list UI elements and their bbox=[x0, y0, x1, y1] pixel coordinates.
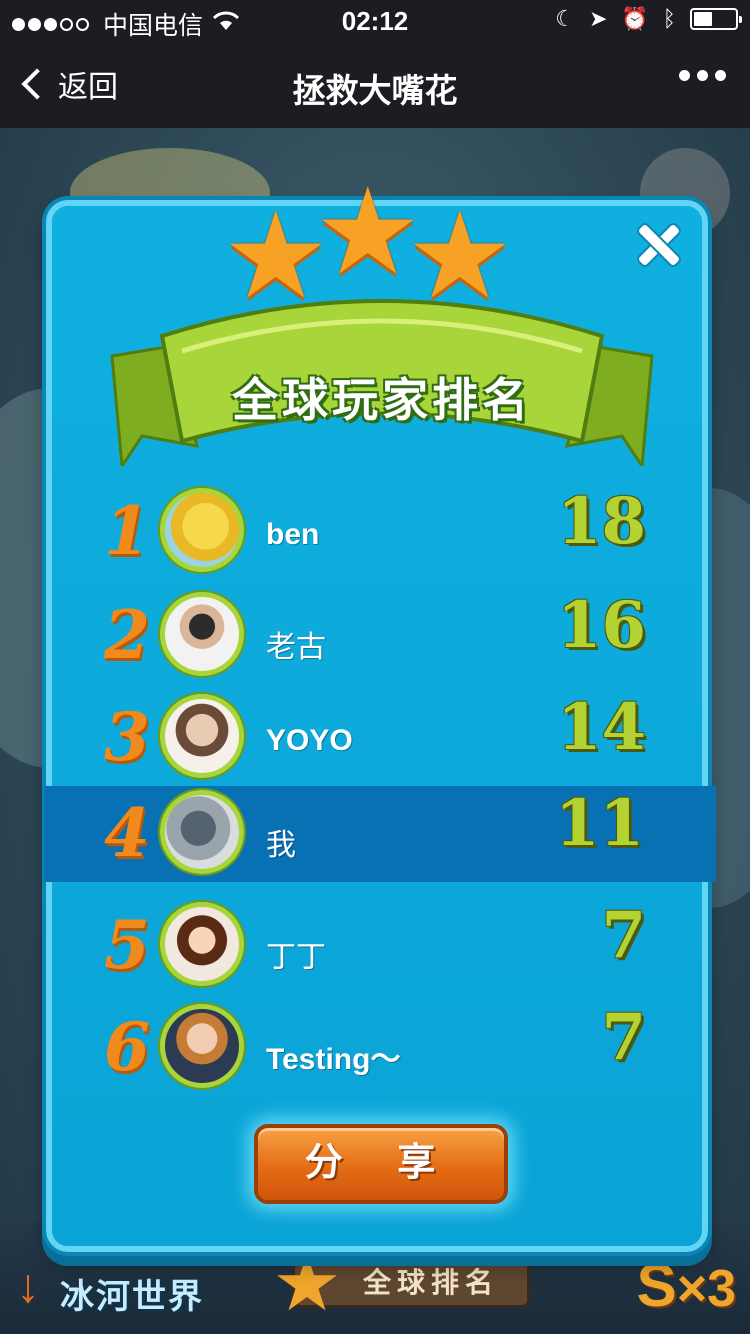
player-name: 我 bbox=[266, 829, 296, 862]
star-icon: ★ bbox=[406, 189, 514, 323]
share-button[interactable]: 分 享 bbox=[254, 1124, 508, 1204]
more-button[interactable] bbox=[679, 70, 726, 81]
player-score: 18 bbox=[556, 484, 646, 559]
lives-counter: S×3 bbox=[636, 1252, 736, 1319]
avatar bbox=[160, 902, 244, 986]
avatar bbox=[160, 488, 244, 572]
player-name: YOYO bbox=[266, 724, 353, 757]
panel-title: 全球玩家排名 bbox=[232, 374, 532, 426]
player-score: 14 bbox=[556, 690, 646, 765]
rank-number: 3 bbox=[104, 698, 150, 776]
more-dot bbox=[715, 70, 726, 81]
stars-group: ★ ★ ★ bbox=[222, 172, 522, 316]
player-score: 7 bbox=[601, 898, 646, 973]
more-dot bbox=[697, 70, 708, 81]
nav-bar: 返回 拯救大嘴花 bbox=[0, 42, 750, 128]
ranking-row[interactable]: 3 YOYO 14 bbox=[52, 690, 714, 786]
player-score: 16 bbox=[556, 588, 646, 663]
rank-number: 2 bbox=[104, 596, 150, 674]
player-name: ben bbox=[266, 518, 320, 551]
close-button[interactable] bbox=[634, 220, 684, 270]
ranking-panel: 全球玩家排名 ★ ★ ★ 1 ben 18 2 老古 16 3 YOYO 1 4 … bbox=[44, 172, 716, 1252]
status-right: ☾ ➤ ⏰ ᛒ bbox=[555, 6, 742, 32]
avatar bbox=[160, 790, 244, 874]
page-title: 拯救大嘴花 bbox=[292, 72, 458, 109]
ranking-row[interactable]: 5 丁丁 7 bbox=[52, 898, 714, 994]
rank-number: 5 bbox=[104, 906, 150, 984]
ranking-row[interactable]: 6 Testing～ 7 bbox=[52, 1000, 714, 1096]
world-label[interactable]: 冰河世界 bbox=[60, 1269, 204, 1318]
avatar bbox=[160, 592, 244, 676]
player-name: 丁丁 bbox=[266, 941, 326, 974]
rank-number: 4 bbox=[104, 794, 150, 872]
more-dot bbox=[679, 70, 690, 81]
player-score: 11 bbox=[554, 786, 644, 861]
star-icon: ★ bbox=[272, 1239, 342, 1327]
alarm-icon: ⏰ bbox=[621, 6, 649, 31]
ranking-row-self[interactable]: 4 我 11 bbox=[44, 786, 716, 882]
player-name: Testing～ bbox=[266, 1043, 401, 1076]
player-score: 7 bbox=[601, 1000, 646, 1075]
rank-number: 1 bbox=[104, 492, 150, 570]
moon-icon: ☾ bbox=[555, 6, 575, 31]
avatar bbox=[160, 1004, 244, 1088]
battery-icon bbox=[690, 8, 742, 30]
rank-number: 6 bbox=[104, 1008, 150, 1086]
bluetooth-icon: ᛒ bbox=[662, 6, 676, 31]
arrow-down-icon[interactable]: ↓ bbox=[16, 1259, 40, 1314]
player-name: 老古 bbox=[266, 631, 326, 664]
avatar bbox=[160, 694, 244, 778]
location-icon: ➤ bbox=[588, 6, 608, 31]
ranking-row[interactable]: 2 老古 16 bbox=[52, 588, 714, 684]
lives-count: ×3 bbox=[676, 1260, 736, 1318]
status-bar: 中国电信 02:12 ☾ ➤ ⏰ ᛒ bbox=[0, 0, 750, 42]
ranking-row[interactable]: 1 ben 18 bbox=[52, 484, 714, 580]
